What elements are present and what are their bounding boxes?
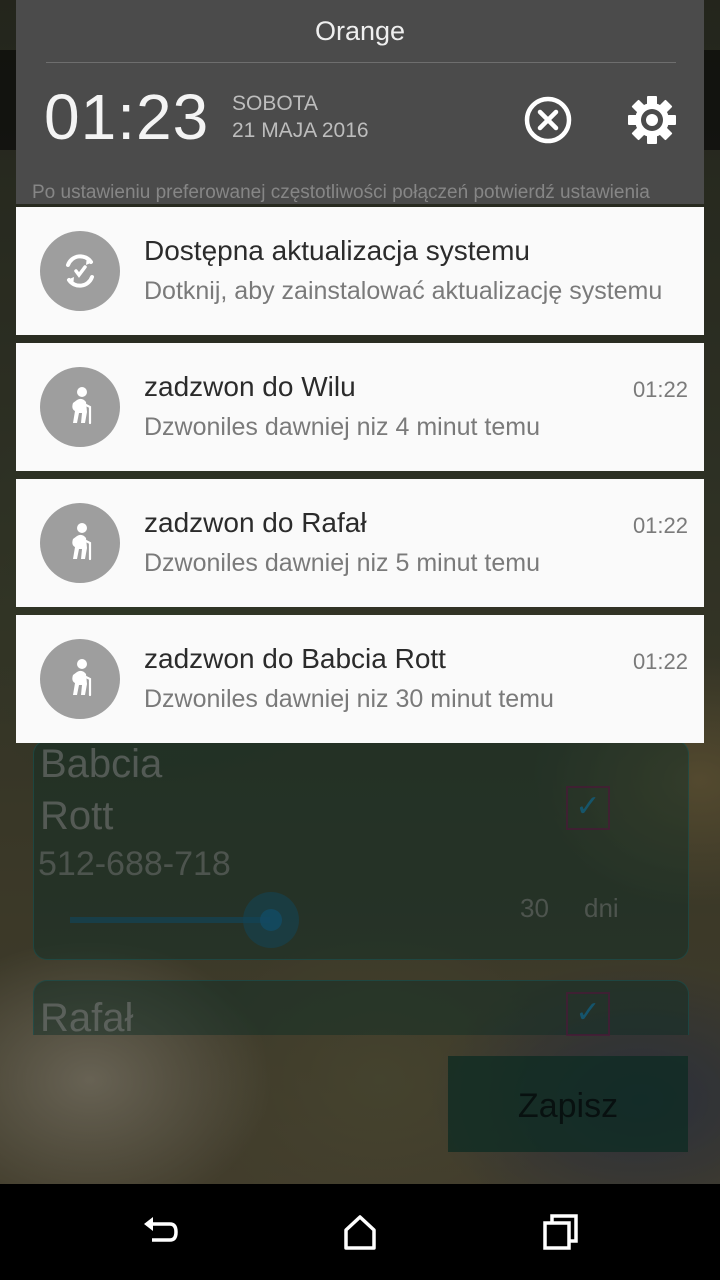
recents-button[interactable]: [536, 1208, 584, 1256]
notification-title: zadzwon do Rafał: [144, 507, 367, 538]
carrier-label: Orange: [314, 16, 406, 46]
notification-call-reminder[interactable]: zadzwon do Rafał Dzwoniles dawniej niz 5…: [16, 479, 704, 607]
date-label: 21 MAJA 2016: [232, 119, 369, 142]
navigation-bar: [0, 1184, 720, 1280]
elderly-person-icon: [72, 523, 92, 561]
notification-system-update[interactable]: Dostępna aktualizacja systemu Dotknij, a…: [16, 207, 704, 335]
recents-icon: [543, 1214, 578, 1250]
notification-time: 01:22: [632, 649, 688, 674]
divider: [46, 62, 676, 63]
notification-avatar: [40, 367, 120, 447]
notification-text: Dzwoniles dawniej niz 5 minut temu: [144, 549, 541, 577]
dismiss-all-button[interactable]: [522, 94, 574, 146]
notification-call-reminder[interactable]: zadzwon do Wilu Dzwoniles dawniej niz 4 …: [16, 343, 704, 471]
notification-shade-header: Orange 01:23 SOBOTA 21 MAJA 2016: [16, 0, 704, 204]
notification-avatar: [40, 231, 120, 311]
settings-button[interactable]: [626, 94, 678, 146]
elderly-person-icon: [72, 387, 92, 425]
notification-time: 01:22: [632, 513, 688, 538]
notification-text: Dotknij, aby zainstalować aktualizację s…: [144, 277, 663, 305]
notification-text: Dzwoniles dawniej niz 30 minut temu: [144, 685, 554, 713]
gear-icon: [628, 96, 676, 144]
home-button[interactable]: [336, 1208, 384, 1256]
home-icon: [344, 1215, 376, 1250]
notification-call-reminder[interactable]: zadzwon do Babcia Rott Dzwoniles dawniej…: [16, 615, 704, 743]
elderly-person-icon: [72, 659, 92, 697]
close-circle-icon: [524, 96, 572, 144]
system-update-icon: [66, 254, 94, 288]
notification-title: zadzwon do Babcia Rott: [144, 643, 446, 674]
notification-avatar: [40, 639, 120, 719]
notification-text: Dzwoniles dawniej niz 4 minut temu: [144, 413, 541, 441]
back-icon: [144, 1217, 178, 1242]
day-label: SOBOTA: [232, 92, 318, 115]
notification-title: Dostępna aktualizacja systemu: [144, 235, 530, 266]
notification-avatar: [40, 503, 120, 583]
clock: 01:23: [44, 81, 210, 153]
notification-title: zadzwon do Wilu: [144, 371, 356, 402]
back-button[interactable]: [136, 1208, 184, 1256]
background-hint-text: Po ustawieniu preferowanej częstotliwośc…: [32, 182, 650, 203]
notification-time: 01:22: [632, 377, 688, 402]
